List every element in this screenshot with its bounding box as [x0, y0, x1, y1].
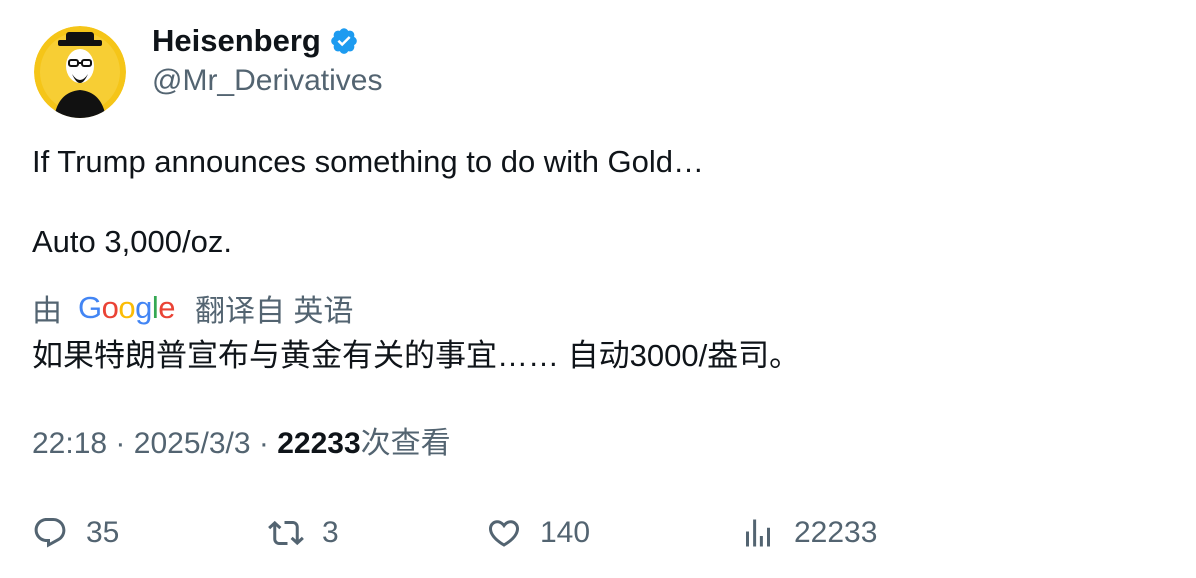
translation-attribution[interactable]: 由 Google 翻译自 英语 [32, 288, 353, 328]
like-count: 140 [540, 516, 591, 549]
bar-chart-icon [746, 519, 770, 547]
retweet-count: 3 [322, 516, 339, 549]
action-bar: 35 3 140 22233 [0, 511, 1196, 555]
meta-separator: · [258, 427, 269, 460]
translation-source-label: 翻译自 英语 [195, 295, 354, 328]
meta-separator: · [115, 427, 126, 460]
author-name[interactable]: Heisenberg [152, 22, 321, 60]
author-name-row: Heisenberg [152, 22, 359, 60]
tweet-time[interactable]: 22:18 [32, 427, 107, 460]
retweet-button[interactable]: 3 [268, 511, 339, 555]
tweet-meta: 22:18 · 2025/3/3 · 22233次查看 [32, 424, 451, 464]
reply-icon [34, 518, 66, 548]
views-button[interactable]: 22233 [740, 511, 877, 555]
translation-prefix: 由 [32, 295, 62, 328]
tweet-date[interactable]: 2025/3/3 [134, 427, 251, 460]
reply-button[interactable]: 35 [32, 511, 119, 555]
tweet-text-line2: Auto 3,000/oz. [32, 224, 232, 259]
heart-icon [488, 520, 520, 547]
view-count-label: 次查看 [360, 427, 451, 460]
retweet-icon [268, 520, 304, 546]
like-button[interactable]: 140 [486, 511, 590, 555]
view-count: 22233 [277, 427, 361, 460]
translated-text: 如果特朗普宣布与黄金有关的事宜…… 自动3000/盎司。 [32, 338, 801, 373]
tweet-text-line1: If Trump announces something to do with … [32, 144, 705, 179]
author-handle[interactable]: @Mr_Derivatives [152, 62, 383, 100]
verified-badge-icon[interactable] [329, 26, 359, 56]
google-logo: Google [78, 290, 176, 325]
heisenberg-avatar-icon [34, 26, 126, 118]
avatar[interactable] [34, 26, 126, 118]
views-count: 22233 [794, 516, 878, 549]
reply-count: 35 [86, 516, 120, 549]
